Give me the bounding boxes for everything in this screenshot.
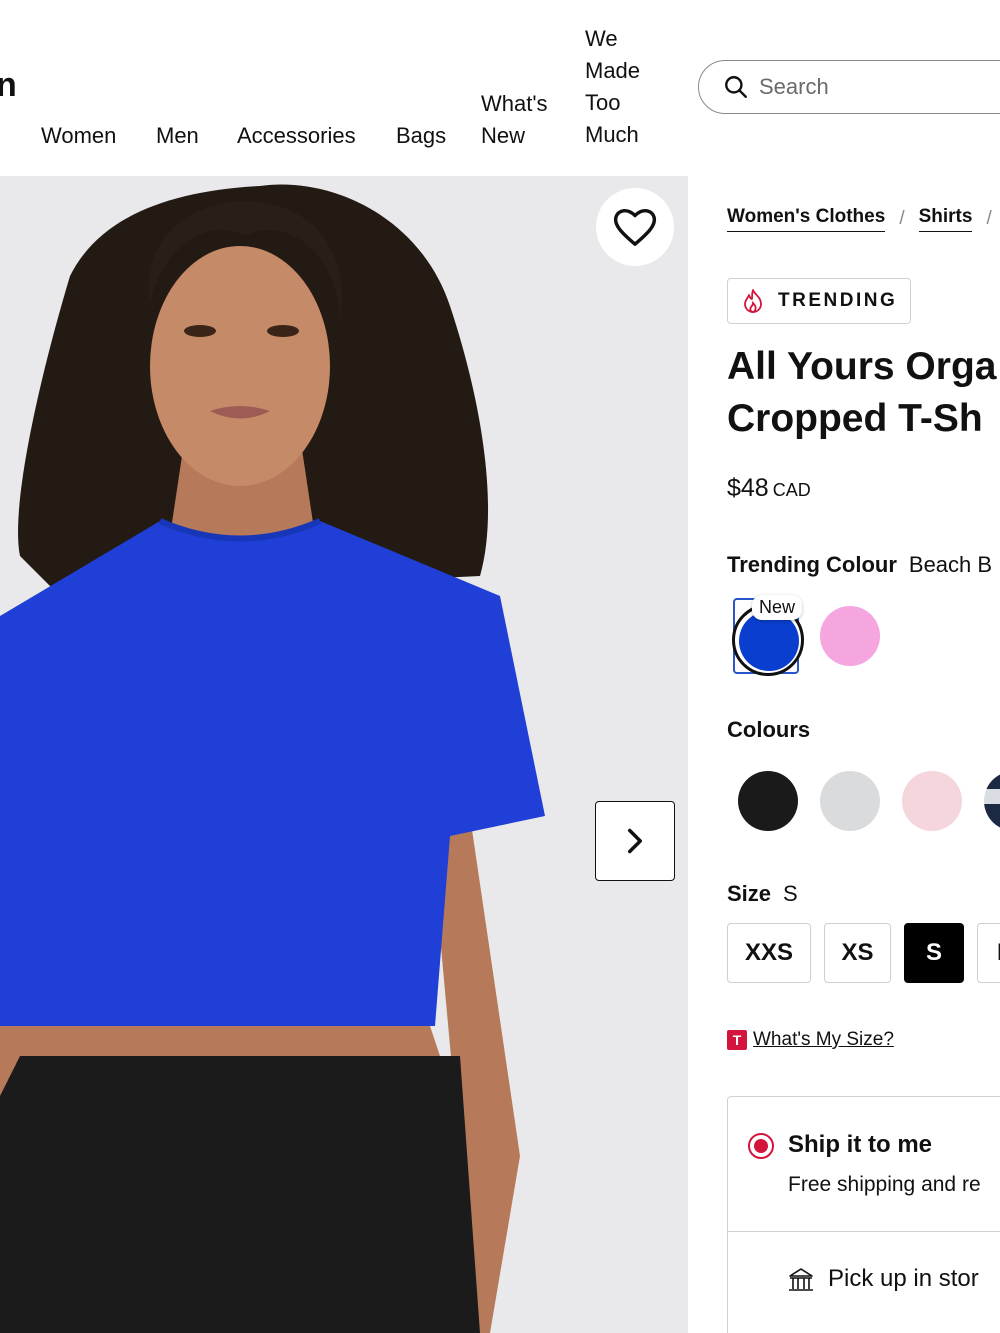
breadcrumb-shirts[interactable]: Shirts [918, 206, 973, 232]
swatch-blush[interactable] [902, 771, 962, 831]
nav-wmtm-line1: We [585, 26, 618, 51]
trending-colour-heading: Trending Colour Beach B [727, 552, 992, 578]
nav-whats-new-line1: What's [481, 91, 548, 116]
size-selected-value: S [783, 881, 798, 906]
nav-women[interactable]: Women [41, 120, 116, 152]
nav-bags[interactable]: Bags [396, 120, 446, 152]
product-gallery [0, 176, 688, 1333]
size-option-s[interactable]: S [904, 923, 964, 983]
swatch-grey[interactable] [820, 771, 880, 831]
ship-subtitle: Free shipping and re [788, 1173, 981, 1196]
product-title: All Yours Orga Cropped T-Sh [727, 341, 1000, 445]
product-details: Women's Clothes / Shirts / TRENDING All … [688, 176, 1000, 1333]
search-bar[interactable] [698, 60, 1000, 114]
new-tag: New [752, 595, 803, 620]
pickup-option[interactable]: Pick up in stor [728, 1233, 1000, 1329]
search-input[interactable] [759, 74, 1000, 100]
breadcrumb-separator: / [986, 208, 992, 229]
product-title-line1: All Yours Orga [727, 345, 997, 388]
whats-my-size: T What's My Size? [727, 1029, 894, 1051]
size-option-xs[interactable]: XS [824, 923, 891, 983]
size-option-m[interactable]: M [977, 923, 1000, 983]
whats-my-size-link[interactable]: What's My Size? [753, 1029, 894, 1051]
pickup-title: Pick up in stor [828, 1265, 979, 1292]
size-label: Size [727, 881, 772, 906]
trending-badge-label: TRENDING [778, 290, 898, 311]
store-icon [789, 1268, 813, 1291]
next-image-button[interactable] [595, 801, 675, 881]
nav-whats-new-line2: New [481, 123, 526, 148]
heart-icon [613, 209, 657, 246]
product-price: $48 CAD [727, 474, 811, 503]
colours-heading: Colours [727, 717, 811, 742]
breadcrumb: Women's Clothes / Shirts / [727, 206, 1000, 232]
price-currency: CAD [772, 480, 811, 500]
ship-radio[interactable] [748, 1133, 774, 1159]
site-header: n Women Men Accessories Bags What's New … [0, 0, 1000, 176]
ship-title: Ship it to me [788, 1131, 932, 1158]
trending-colour-label: Trending Colour [727, 552, 897, 577]
nav-accessories[interactable]: Accessories [237, 120, 356, 152]
radio-selected-dot [754, 1139, 768, 1153]
swatch-striped[interactable] [984, 771, 1000, 831]
nav-wmtm-line4: Much [585, 122, 639, 147]
ship-option[interactable]: Ship it to me Free shipping and re [728, 1097, 1000, 1232]
swatch-trending-blue[interactable] [739, 611, 799, 671]
brand-logo[interactable]: n [0, 66, 17, 105]
size-option-xxs[interactable]: XXS [727, 923, 811, 983]
swatch-black[interactable] [738, 771, 798, 831]
nav-wmtm-line2: Made [585, 58, 641, 83]
nav-we-made-too-much[interactable]: We Made Too Much [585, 23, 665, 151]
breadcrumb-separator: / [899, 208, 905, 229]
search-icon [725, 76, 747, 98]
size-tool-logo: T [727, 1030, 747, 1050]
nav-whats-new[interactable]: What's New [481, 88, 571, 152]
trending-badge: TRENDING [727, 278, 911, 324]
price-amount: $48 [727, 474, 769, 502]
breadcrumb-womens-clothes[interactable]: Women's Clothes [727, 206, 886, 232]
product-photo [0, 176, 688, 1333]
flame-icon [744, 289, 762, 313]
favourite-button[interactable] [596, 188, 674, 266]
fulfillment-options: Ship it to me Free shipping and re Pick … [727, 1096, 1000, 1333]
chevron-right-icon [628, 828, 642, 854]
trending-colour-value: Beach B [908, 552, 993, 577]
swatch-trending-pink[interactable] [820, 606, 880, 666]
size-heading: Size S [727, 881, 798, 907]
nav-wmtm-line3: Too [585, 90, 621, 115]
product-title-line2: Cropped T-Sh [727, 397, 983, 440]
nav-men[interactable]: Men [156, 120, 199, 152]
